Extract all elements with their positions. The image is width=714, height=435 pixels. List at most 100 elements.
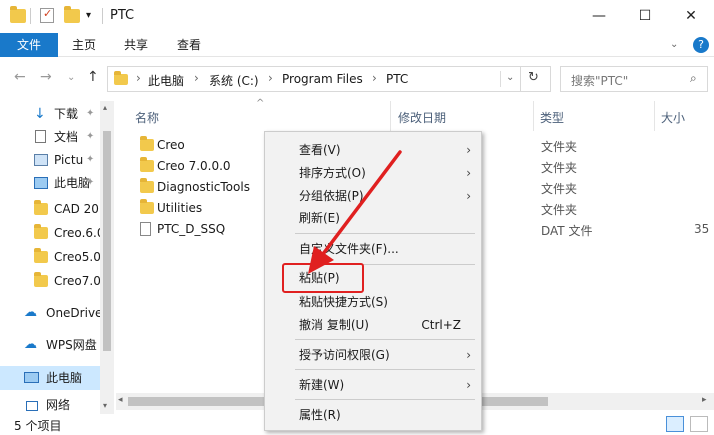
breadcrumb-separator-icon[interactable]: › [136, 71, 141, 85]
breadcrumb-separator-icon[interactable]: › [194, 71, 199, 85]
sidebar-item-documents[interactable]: 文档 ✦ [0, 126, 100, 148]
sidebar-item-network[interactable]: 网络 [0, 397, 100, 413]
menu-separator [295, 399, 475, 400]
address-bar[interactable]: › 此电脑 › 系统 (C:) › Program Files › PTC ⌄ … [107, 66, 551, 92]
ribbon-expand-icon[interactable]: ⌄ [670, 33, 678, 57]
sidebar-item-downloads[interactable]: ↓ 下载 ✦ [0, 103, 100, 125]
column-header-name[interactable]: 名称 [135, 109, 159, 126]
ribbon: 文件 主页 共享 查看 ⌄ ? [0, 33, 714, 57]
menu-item-label: 粘贴快捷方式(S) [299, 295, 388, 309]
new-folder-icon[interactable] [64, 6, 80, 23]
cloud-icon: ☁ [24, 305, 37, 320]
sidebar-item-this-pc-pinned[interactable]: 此电脑 ✦ [0, 172, 100, 194]
sidebar-item-label: Pictu [54, 153, 84, 167]
folder-icon [140, 157, 154, 172]
sidebar-item-wps[interactable]: ☁ WPS网盘 [0, 334, 100, 356]
minimize-button[interactable]: — [576, 0, 622, 33]
sidebar-item-creo7[interactable]: Creo7.0 [0, 270, 100, 292]
column-header-type[interactable]: 类型 [540, 109, 564, 126]
scroll-up-icon[interactable]: ▴ [103, 103, 107, 112]
download-arrow-icon: ↓ [34, 106, 46, 122]
breadcrumb-separator-icon[interactable]: › [372, 71, 377, 85]
scrollbar-thumb[interactable] [103, 131, 111, 351]
sidebar-item-this-pc[interactable]: 此电脑 [0, 366, 100, 390]
breadcrumb-ptc[interactable]: PTC [386, 72, 408, 86]
tab-view[interactable]: 查看 [177, 33, 201, 57]
computer-icon [24, 372, 39, 383]
sidebar-item-label: 此电脑 [54, 176, 91, 190]
pictures-icon [34, 154, 48, 166]
menu-item-label: 新建(W) [299, 378, 345, 392]
back-arrow-icon[interactable]: ← [14, 69, 26, 85]
column-header-modified[interactable]: 修改日期 [398, 109, 446, 126]
submenu-arrow-icon: › [466, 166, 471, 180]
maximize-button[interactable]: ☐ [622, 0, 668, 33]
breadcrumb-this-pc[interactable]: 此电脑 [148, 72, 184, 89]
submenu-arrow-icon: › [466, 348, 471, 362]
column-divider[interactable] [390, 101, 391, 131]
folder-icon [34, 248, 48, 263]
scroll-left-icon[interactable]: ◂ [118, 395, 123, 405]
submenu-arrow-icon: › [466, 378, 471, 392]
column-header-size[interactable]: 大小 [661, 109, 685, 126]
sort-ascending-icon: ^ [256, 98, 265, 109]
search-input[interactable]: 搜索"PTC" [560, 66, 708, 92]
folder-icon [34, 200, 48, 215]
menu-item-label: 撤消 复制(U) [299, 318, 369, 332]
sidebar-item-creo5[interactable]: Creo5.0 [0, 246, 100, 268]
column-divider[interactable] [533, 101, 534, 131]
sidebar-item-creo6[interactable]: Creo.6.0 [0, 222, 100, 244]
details-view-icon[interactable] [666, 416, 684, 432]
network-icon [26, 401, 38, 411]
breadcrumb-drive-c[interactable]: 系统 (C:) [209, 72, 259, 89]
navigation-pane: ↓ 下载 ✦ 文档 ✦ Pictu ✦ 此电脑 ✦ CAD 20 Creo.6.… [0, 101, 116, 414]
refresh-icon[interactable]: ↻ [528, 70, 539, 85]
menu-item-paste-shortcut[interactable]: 粘贴快捷方式(S) [265, 290, 481, 314]
submenu-arrow-icon: › [466, 189, 471, 203]
forward-arrow-icon[interactable]: → [40, 69, 52, 85]
up-arrow-icon[interactable]: ↑ [87, 69, 99, 85]
menu-separator [295, 369, 475, 370]
pin-icon: ✦ [86, 154, 95, 165]
search-icon[interactable]: ⌕ [690, 71, 697, 86]
computer-icon [34, 177, 48, 189]
large-icons-view-icon[interactable] [690, 416, 708, 432]
recent-locations-icon[interactable]: ⌄ [67, 72, 75, 83]
scroll-right-icon[interactable]: ▸ [702, 395, 707, 405]
breadcrumb-program-files[interactable]: Program Files [282, 72, 363, 86]
file-name: Utilities [157, 201, 203, 215]
menu-item-undo-copy[interactable]: 撤消 复制(U) Ctrl+Z [265, 313, 481, 337]
menu-separator [295, 339, 475, 340]
address-history-dropdown-icon[interactable]: ⌄ [506, 72, 514, 83]
tab-file[interactable]: 文件 [0, 33, 58, 57]
sidebar-item-pictures[interactable]: Pictu ✦ [0, 149, 100, 171]
divider [30, 8, 31, 24]
sidebar-item-onedrive[interactable]: ☁ OneDrive [0, 302, 100, 324]
tab-share[interactable]: 共享 [124, 33, 148, 57]
sidebar-item-label: Creo.6.0 [54, 226, 100, 240]
file-name: PTC_D_SSQ [157, 222, 226, 236]
sidebar-scrollbar[interactable]: ▴ ▾ [100, 101, 114, 414]
tab-home[interactable]: 主页 [72, 33, 96, 57]
folder-icon [140, 136, 154, 151]
breadcrumb-separator-icon[interactable]: › [268, 71, 273, 85]
help-icon[interactable]: ? [693, 37, 709, 53]
file-type: 文件夹 [541, 182, 578, 196]
sidebar-item-label: OneDrive [46, 306, 100, 320]
quick-access-dropdown-icon[interactable]: ▾ [86, 10, 91, 21]
file-type: 文件夹 [541, 161, 578, 175]
menu-item-new[interactable]: 新建(W) › [265, 373, 481, 397]
sidebar-item-cad[interactable]: CAD 20 [0, 198, 100, 220]
folder-icon [140, 178, 154, 193]
menu-item-properties[interactable]: 属性(R) [265, 403, 481, 427]
menu-item-label: 授予访问权限(G) [299, 348, 390, 362]
properties-icon[interactable]: ✓ [40, 7, 54, 23]
column-divider[interactable] [654, 101, 655, 131]
close-button[interactable]: ✕ [668, 0, 714, 33]
scroll-down-icon[interactable]: ▾ [103, 401, 107, 410]
sidebar-item-label: CAD 20 [54, 202, 99, 216]
folder-icon [34, 272, 48, 287]
pin-icon: ✦ [86, 131, 95, 142]
menu-item-grant-access[interactable]: 授予访问权限(G) › [265, 343, 481, 367]
sidebar-item-label: 下载 [54, 107, 79, 121]
